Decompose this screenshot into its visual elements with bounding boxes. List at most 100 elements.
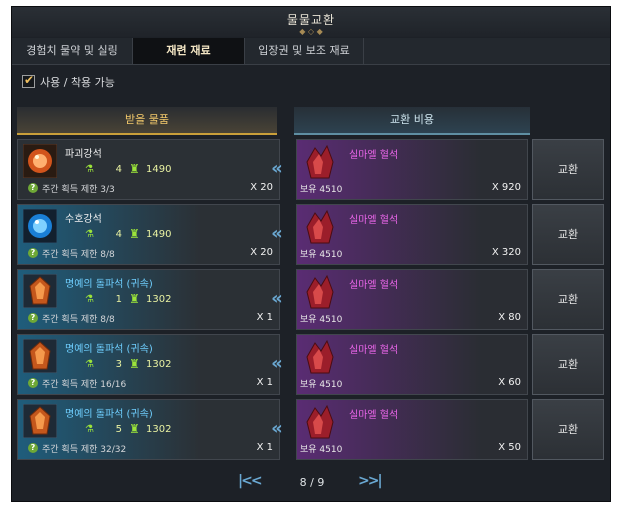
cost-item-name: 실마엘 혈석 — [349, 150, 399, 161]
reward-item-gear-score: 1302 — [146, 424, 172, 435]
tab-refine-material[interactable]: 재련 재료 — [133, 38, 245, 64]
weekly-limit: 주간 획득 제한 8/8 — [42, 250, 115, 260]
exchange-button[interactable]: 교환 — [532, 204, 604, 265]
cost-item[interactable]: 실마엘 혈석 보유 4510 X 80 — [296, 269, 528, 330]
owned-amount: 보유 4510 — [300, 445, 343, 455]
gear-score-icon: ♜ — [129, 422, 140, 436]
reward-item[interactable]: 명예의 돌파석 (귀속) ⚗ 5 ♜ 1302 ? 주간 획득 제한 32/32… — [17, 399, 280, 460]
double-chevron-left-icon: « — [271, 223, 283, 244]
gear-score-icon: ♜ — [129, 357, 140, 371]
title-ornament-icon: ◆ ◇ ◆ — [299, 27, 323, 36]
reward-item-level: 4 — [115, 164, 122, 175]
silmael-bloodstone-icon — [303, 339, 337, 375]
cost-item[interactable]: 실마엘 혈석 보유 4510 X 320 — [296, 204, 528, 265]
exchange-row: 명예의 돌파석 (귀속) ⚗ 5 ♜ 1302 ? 주간 획득 제한 32/32… — [12, 399, 610, 460]
reward-item-level: 4 — [115, 229, 122, 240]
cost-header: 교환 비용 — [294, 107, 530, 135]
exchange-row: 명예의 돌파석 (귀속) ⚗ 1 ♜ 1302 ? 주간 획득 제한 8/8 X… — [12, 269, 610, 330]
double-chevron-left-icon: « — [271, 353, 283, 374]
gear-score-icon: ♜ — [129, 292, 140, 306]
help-icon[interactable]: ? — [28, 443, 38, 453]
reward-item[interactable]: 명예의 돌파석 (귀속) ⚗ 1 ♜ 1302 ? 주간 획득 제한 8/8 X… — [17, 269, 280, 330]
cost-quantity: X 920 — [491, 182, 521, 193]
reward-item[interactable]: 명예의 돌파석 (귀속) ⚗ 3 ♜ 1302 ? 주간 획득 제한 16/16… — [17, 334, 280, 395]
silmael-bloodstone-icon — [303, 404, 337, 440]
cost-item[interactable]: 실마엘 혈석 보유 4510 X 50 — [296, 399, 528, 460]
exchange-button[interactable]: 교환 — [532, 139, 604, 200]
reward-item-gear-score: 1490 — [146, 229, 172, 240]
cost-item-name: 실마엘 혈석 — [349, 280, 399, 291]
last-page-icon[interactable]: >>| — [358, 473, 383, 489]
tab-exp-potion[interactable]: 경험치 물약 및 실링 — [12, 38, 133, 64]
double-chevron-left-icon: « — [271, 288, 283, 309]
tab-ticket-material[interactable]: 입장권 및 보조 재료 — [245, 38, 364, 64]
honor-leapstone-icon — [22, 403, 58, 439]
reward-item-gear-score: 1302 — [146, 359, 172, 370]
cost-item-name: 실마엘 혈석 — [349, 410, 399, 421]
cost-item-name: 실마엘 혈석 — [349, 215, 399, 226]
reward-item-level: 1 — [115, 294, 122, 305]
exchange-window: 물물교환 ◆ ◇ ◆ 경험치 물약 및 실링 재련 재료 입장권 및 보조 재료… — [11, 6, 611, 502]
gear-score-icon: ♜ — [129, 162, 140, 176]
reward-item[interactable]: 파괴강석 ⚗ 4 ♜ 1490 ? 주간 획득 제한 3/3 X 20 — [17, 139, 280, 200]
double-chevron-left-icon: « — [271, 158, 283, 179]
first-page-icon[interactable]: |<< — [238, 473, 263, 489]
silmael-bloodstone-icon — [303, 209, 337, 245]
reward-item-level: 5 — [115, 424, 122, 435]
double-chevron-left-icon: « — [271, 418, 283, 439]
destruction-stone-icon — [22, 143, 58, 179]
exchange-button[interactable]: 교환 — [532, 334, 604, 395]
help-icon[interactable]: ? — [28, 378, 38, 388]
gear-score-icon: ♜ — [129, 227, 140, 241]
tab-bar: 경험치 물약 및 실링 재련 재료 입장권 및 보조 재료 — [12, 38, 610, 65]
cost-item[interactable]: 실마엘 혈석 보유 4510 X 920 — [296, 139, 528, 200]
cost-quantity: X 320 — [491, 247, 521, 258]
level-icon: ⚗ — [85, 294, 94, 305]
level-icon: ⚗ — [85, 359, 94, 370]
cost-quantity: X 80 — [498, 312, 521, 323]
level-icon: ⚗ — [85, 424, 94, 435]
reward-quantity: X 20 — [250, 247, 273, 258]
reward-item-name: 명예의 돌파석 (귀속) — [65, 344, 153, 355]
cost-item[interactable]: 실마엘 혈석 보유 4510 X 60 — [296, 334, 528, 395]
help-icon[interactable]: ? — [28, 313, 38, 323]
title-bar[interactable]: 물물교환 ◆ ◇ ◆ — [12, 7, 610, 37]
reward-item-name: 수호강석 — [65, 214, 102, 225]
reward-item-gear-score: 1490 — [146, 164, 172, 175]
reward-item-gear-score: 1302 — [146, 294, 172, 305]
weekly-limit: 주간 획득 제한 8/8 — [42, 315, 115, 325]
page-indicator: 8 / 9 — [299, 476, 325, 489]
owned-amount: 보유 4510 — [300, 185, 343, 195]
reward-item-level: 3 — [115, 359, 122, 370]
exchange-row: 명예의 돌파석 (귀속) ⚗ 3 ♜ 1302 ? 주간 획득 제한 16/16… — [12, 334, 610, 395]
exchange-row: 파괴강석 ⚗ 4 ♜ 1490 ? 주간 획득 제한 3/3 X 20 « 실마… — [12, 139, 610, 200]
cost-quantity: X 60 — [498, 377, 521, 388]
level-icon: ⚗ — [85, 229, 94, 240]
exchange-button[interactable]: 교환 — [532, 399, 604, 460]
level-icon: ⚗ — [85, 164, 94, 175]
guardian-stone-icon — [22, 208, 58, 244]
reward-item-name: 명예의 돌파석 (귀속) — [65, 409, 153, 420]
exchange-button[interactable]: 교환 — [532, 269, 604, 330]
cost-quantity: X 50 — [498, 442, 521, 453]
reward-item[interactable]: 수호강석 ⚗ 4 ♜ 1490 ? 주간 획득 제한 8/8 X 20 — [17, 204, 280, 265]
reward-item-name: 파괴강석 — [65, 149, 102, 160]
owned-amount: 보유 4510 — [300, 250, 343, 260]
owned-amount: 보유 4510 — [300, 380, 343, 390]
check-icon: ✔ — [24, 73, 35, 87]
reward-quantity: X 1 — [256, 312, 273, 323]
help-icon[interactable]: ? — [28, 248, 38, 258]
honor-leapstone-icon — [22, 273, 58, 309]
reward-item-name: 명예의 돌파석 (귀속) — [65, 279, 153, 290]
cost-item-name: 실마엘 혈석 — [349, 345, 399, 356]
weekly-limit: 주간 획득 제한 32/32 — [42, 445, 127, 455]
weekly-limit: 주간 획득 제한 3/3 — [42, 185, 115, 195]
weekly-limit: 주간 획득 제한 16/16 — [42, 380, 127, 390]
reward-quantity: X 20 — [250, 182, 273, 193]
reward-quantity: X 1 — [256, 377, 273, 388]
help-icon[interactable]: ? — [28, 183, 38, 193]
silmael-bloodstone-icon — [303, 274, 337, 310]
usable-checkbox[interactable]: ✔ — [22, 73, 35, 88]
owned-amount: 보유 4510 — [300, 315, 343, 325]
exchange-row: 수호강석 ⚗ 4 ♜ 1490 ? 주간 획득 제한 8/8 X 20 « 실마… — [12, 204, 610, 265]
